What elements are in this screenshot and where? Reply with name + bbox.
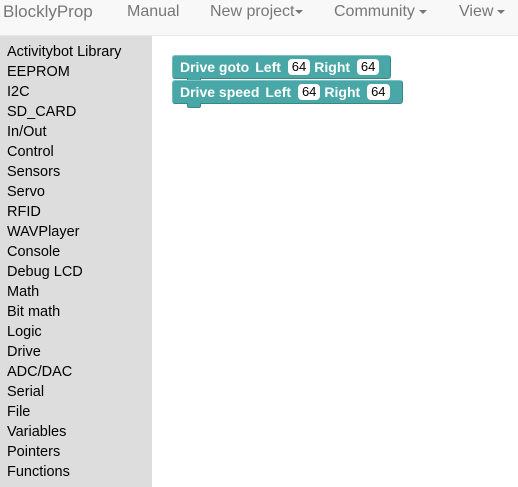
block-toolbox: Activitybot Library EEPROM I2C SD_CARD I… (0, 36, 152, 487)
toolbox-category-wavplayer[interactable]: WAVPlayer (0, 223, 152, 243)
drive-goto-left-field[interactable]: 64 (287, 59, 311, 75)
toolbox-category-functions[interactable]: Functions (0, 463, 152, 483)
toolbox-category-eeprom[interactable]: EEPROM (0, 63, 152, 83)
toolbox-category-logic[interactable]: Logic (0, 323, 152, 343)
drive-speed-left-label: Left (265, 84, 292, 100)
nav-manual-link[interactable]: Manual (127, 3, 179, 21)
nav-new-project-label: New project (210, 3, 295, 20)
toolbox-category-sensors[interactable]: Sensors (0, 163, 152, 183)
toolbox-category-drive[interactable]: Drive (0, 343, 152, 363)
drive-goto-right-label: Right (314, 59, 351, 75)
toolbox-category-serial[interactable]: Serial (0, 383, 152, 403)
toolbox-category-i2c[interactable]: I2C (0, 83, 152, 103)
top-navbar: BlocklyProp Manual New project Community… (0, 0, 518, 36)
blockly-workspace[interactable]: Drive goto Left 64 Right 64 Drive speed Lef… (152, 36, 518, 487)
toolbox-category-control[interactable]: Control (0, 143, 152, 163)
toolbox-category-adc-dac[interactable]: ADC/DAC (0, 363, 152, 383)
nav-view-dropdown[interactable]: View (459, 3, 506, 21)
drive-speed-right-label: Right (324, 84, 361, 100)
toolbox-category-in-out[interactable]: In/Out (0, 123, 152, 143)
toolbox-category-bit-math[interactable]: Bit math (0, 303, 152, 323)
drive-speed-left-field[interactable]: 64 (297, 84, 321, 100)
nav-new-project-dropdown[interactable]: New project (210, 3, 304, 21)
toolbox-category-variables[interactable]: Variables (0, 423, 152, 443)
drive-speed-block[interactable]: Drive speed Left 64 Right 64 (172, 80, 403, 108)
drive-goto-title: Drive goto (180, 59, 250, 75)
chevron-down-icon (497, 9, 506, 14)
toolbox-category-math[interactable]: Math (0, 283, 152, 303)
nav-community-dropdown[interactable]: Community (334, 3, 427, 21)
chevron-down-icon (295, 9, 304, 14)
toolbox-category-rfid[interactable]: RFID (0, 203, 152, 223)
toolbox-category-pointers[interactable]: Pointers (0, 443, 152, 463)
nav-manual-label: Manual (127, 3, 180, 20)
drive-goto-block[interactable]: Drive goto Left 64 Right 64 (172, 55, 391, 83)
drive-speed-right-field[interactable]: 64 (367, 84, 390, 100)
toolbox-category-console[interactable]: Console (0, 243, 152, 263)
block-connector-notch (187, 103, 201, 108)
toolbox-category-activitybot-library[interactable]: Activitybot Library (0, 43, 152, 63)
toolbox-category-servo[interactable]: Servo (0, 183, 152, 203)
drive-speed-title: Drive speed (180, 84, 260, 100)
toolbox-category-debug-lcd[interactable]: Debug LCD (0, 263, 152, 283)
nav-community-label: Community (334, 3, 415, 20)
drive-goto-right-field[interactable]: 64 (356, 59, 380, 75)
drive-goto-left-label: Left (255, 59, 281, 75)
toolbox-category-file[interactable]: File (0, 403, 152, 423)
chevron-down-icon (418, 9, 427, 14)
nav-view-label: View (459, 3, 494, 20)
toolbox-category-sd-card[interactable]: SD_CARD (0, 103, 152, 123)
brand-logo[interactable]: BlocklyProp (3, 3, 93, 21)
